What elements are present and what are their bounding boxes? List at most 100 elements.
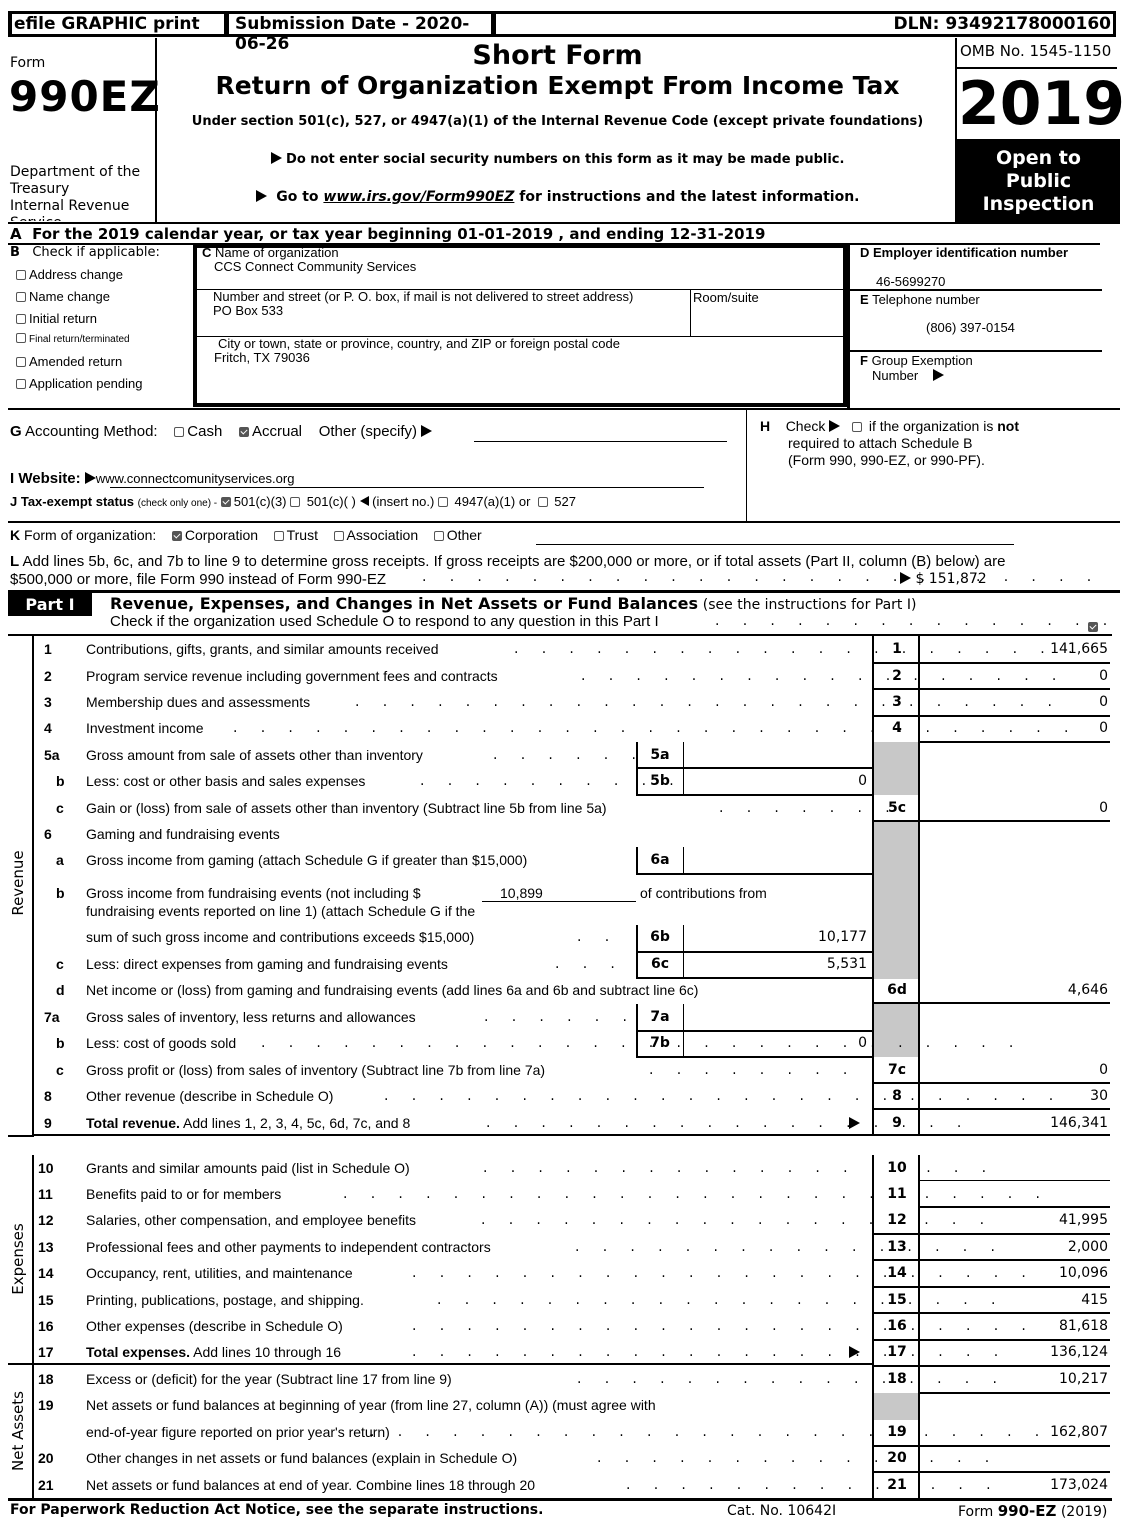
line-5b-value: 0 xyxy=(858,773,867,789)
option-501c3[interactable]: 501(c)(3) xyxy=(220,494,287,509)
room-suite-field: Room/suite xyxy=(693,290,759,305)
line-13-value: 2,000 xyxy=(1067,1239,1108,1255)
option-initial-return[interactable]: Initial return xyxy=(16,308,142,330)
checkbox-icon[interactable] xyxy=(16,357,26,368)
line-2-value: 0 xyxy=(1099,668,1108,684)
option-corporation[interactable]: Corporation xyxy=(171,527,258,543)
dln: DLN: 93492178000160 xyxy=(496,14,1113,34)
checkbox-icon[interactable] xyxy=(16,291,26,302)
line-16-value: 81,618 xyxy=(1059,1318,1108,1334)
line-6c-value: 5,531 xyxy=(826,956,867,972)
option-application-pending[interactable]: Application pending xyxy=(16,373,142,395)
arrow-icon xyxy=(829,420,841,432)
line-7b-value: 0 xyxy=(858,1035,867,1051)
ein-value: 46-5699270 xyxy=(876,274,946,289)
website-value[interactable]: www.connectcomunityservices.org xyxy=(96,471,295,486)
line-3-value: 0 xyxy=(1099,694,1108,710)
arrow-left-icon xyxy=(359,496,369,506)
arrow-icon xyxy=(849,1117,860,1129)
part-badge: Part I xyxy=(8,593,92,616)
option-cash[interactable]: Cash xyxy=(174,423,222,440)
ein-label: D Employer identification number xyxy=(860,245,1069,260)
checkbox-icon[interactable] xyxy=(433,531,444,541)
street-value: PO Box 533 xyxy=(213,303,284,318)
form-label: Form xyxy=(10,55,46,71)
net-assets-side-label: Net Assets xyxy=(9,1391,27,1471)
irs-link[interactable]: www.irs.gov/Form990EZ xyxy=(323,189,514,205)
line-19-value: 162,807 xyxy=(1050,1424,1108,1440)
line-6d-value: 4,646 xyxy=(1067,982,1108,998)
line-6b-contributions: 10,899 xyxy=(500,885,543,901)
checkbox-icon[interactable] xyxy=(16,333,26,344)
department: Department of the Treasury Internal Reve… xyxy=(10,164,141,221)
option-trust[interactable]: Trust xyxy=(273,527,318,543)
other-org-field[interactable] xyxy=(536,544,1014,545)
tax-exempt-status: J Tax-exempt status (check only one) - 5… xyxy=(10,494,576,509)
line-17-value: 136,124 xyxy=(1050,1344,1108,1360)
check-if-applicable: B Check if applicable: xyxy=(10,245,160,260)
checkbox-checked-icon[interactable] xyxy=(171,531,182,541)
cat-number: Cat. No. 10642I xyxy=(727,1503,837,1519)
option-final-return[interactable]: Final return/terminated xyxy=(16,329,142,351)
submission-date: Submission Date - 2020-06-26 xyxy=(229,14,491,54)
city-value: Fritch, TX 79036 xyxy=(214,350,310,365)
option-4947[interactable]: 4947(a)(1) or xyxy=(437,494,530,509)
schedule-o-checkbox[interactable] xyxy=(1088,620,1101,635)
option-501c[interactable]: 501(c)( ) xyxy=(290,494,356,509)
option-address-change[interactable]: Address change xyxy=(16,264,142,286)
paperwork-notice: For Paperwork Reduction Act Notice, see … xyxy=(10,1502,544,1518)
line-14-value: 10,096 xyxy=(1059,1265,1108,1281)
option-name-change[interactable]: Name change xyxy=(16,286,142,308)
part-title: Revenue, Expenses, and Changes in Net As… xyxy=(110,594,917,613)
checkbox-icon[interactable] xyxy=(290,497,301,507)
arrow-icon xyxy=(932,369,944,381)
revenue-side-label: Revenue xyxy=(9,850,27,916)
checkbox-icon[interactable] xyxy=(333,531,344,541)
arrow-icon xyxy=(421,425,433,437)
checkbox-icon[interactable] xyxy=(851,422,862,432)
line-6b-value: 10,177 xyxy=(818,929,867,945)
checkbox-checked-icon[interactable] xyxy=(238,427,249,437)
arrow-icon xyxy=(849,1346,860,1358)
tax-year: 2019 xyxy=(958,69,1125,139)
option-amended-return[interactable]: Amended return xyxy=(16,351,142,373)
applicable-options: Address change Name change Initial retur… xyxy=(16,264,142,395)
option-other[interactable]: Other xyxy=(433,527,482,543)
schedule-b-check: H Check if the organization is not requi… xyxy=(760,418,1020,468)
ssn-notice: Do not enter social security numbers on … xyxy=(160,152,955,167)
form-footer-label: Form 990-EZ (2019) xyxy=(958,1502,1108,1520)
checkbox-icon[interactable] xyxy=(16,313,26,324)
expenses-side-label: Expenses xyxy=(9,1223,27,1295)
arrow-icon xyxy=(900,572,911,584)
line-8-value: 30 xyxy=(1090,1088,1108,1104)
arrow-icon xyxy=(255,190,267,202)
checkbox-checked-icon[interactable] xyxy=(1088,622,1098,632)
efile-label: efile GRAPHIC print xyxy=(12,14,224,34)
street-field: Number and street (or P. O. box, if mail… xyxy=(213,289,634,318)
org-name-value: CCS Connect Community Services xyxy=(214,259,417,274)
checkbox-icon[interactable] xyxy=(437,497,448,507)
arrow-icon xyxy=(84,472,96,484)
checkbox-icon[interactable] xyxy=(537,497,548,507)
option-accrual[interactable]: Accrual xyxy=(238,423,302,440)
option-association[interactable]: Association xyxy=(333,527,418,543)
line-4-value: 0 xyxy=(1099,720,1108,736)
line-12-value: 41,995 xyxy=(1059,1212,1108,1228)
checkbox-icon[interactable] xyxy=(174,427,185,437)
group-exemption: F Group Exemption Number xyxy=(860,353,973,383)
other-specify-field[interactable] xyxy=(474,441,727,442)
checkbox-icon[interactable] xyxy=(16,378,26,389)
schedule-o-check-text: Check if the organization used Schedule … xyxy=(110,613,659,630)
checkbox-icon[interactable] xyxy=(16,270,26,280)
line-15-value: 415 xyxy=(1081,1292,1108,1308)
checkbox-icon[interactable] xyxy=(273,531,284,541)
line-5c-value: 0 xyxy=(1099,800,1108,816)
org-name-field: C Name of organization CCS Connect Commu… xyxy=(202,245,417,274)
line-7c-value: 0 xyxy=(1099,1062,1108,1078)
tax-year-line: A For the 2019 calendar year, or tax yea… xyxy=(10,225,766,243)
form-of-organization: K Form of organization: Corporation Trus… xyxy=(10,527,482,543)
accounting-method: G Accounting Method: Cash Accrual Other … xyxy=(10,423,433,440)
arrow-icon xyxy=(270,152,282,164)
option-527[interactable]: 527 xyxy=(537,494,576,509)
checkbox-checked-icon[interactable] xyxy=(220,497,231,507)
